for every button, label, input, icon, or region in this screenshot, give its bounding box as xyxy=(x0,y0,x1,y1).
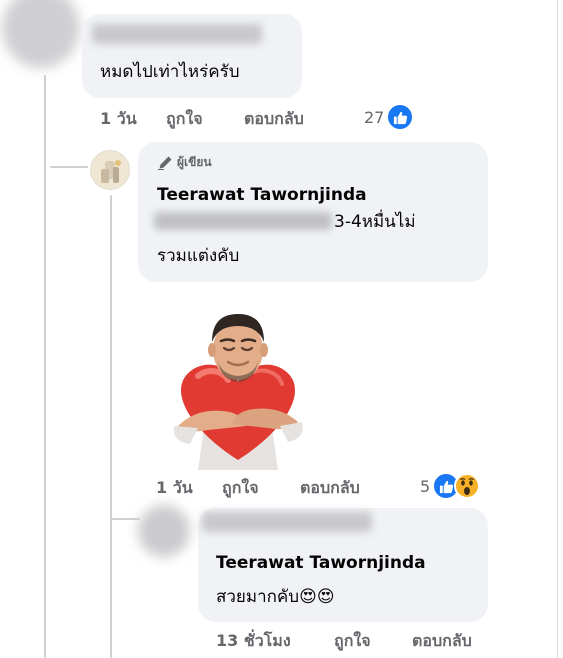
reply-text-line1: 3-4หมื่นไม่ xyxy=(334,212,416,232)
like-button[interactable]: ถูกใจ xyxy=(334,629,412,654)
sticker-actions: 1 วัน ถูกใจ ตอบกลับ xyxy=(156,476,360,501)
pen-icon xyxy=(158,156,172,170)
man-hugging-heart-sticker xyxy=(173,314,303,470)
reply-button[interactable]: ตอบกลับ xyxy=(300,476,360,501)
panel-border xyxy=(557,0,558,658)
like-button[interactable]: ถูกใจ xyxy=(222,476,300,501)
reaction-summary[interactable]: 27 xyxy=(364,103,415,131)
thread-connector-reply3-h xyxy=(110,518,140,520)
sticker-time[interactable]: 1 วัน xyxy=(156,476,214,501)
reaction-count: 5 xyxy=(420,476,431,496)
author-badge-label: ผู้เขียน xyxy=(177,155,212,169)
avatar[interactable] xyxy=(138,505,190,557)
thread-connector-reply1 xyxy=(44,120,88,168)
author-avatar-image xyxy=(91,151,129,189)
reaction-count: 27 xyxy=(364,107,385,127)
commenter-name-redacted[interactable] xyxy=(92,24,262,44)
thread-line-sub xyxy=(110,195,112,658)
like-button[interactable]: ถูกใจ xyxy=(166,107,244,132)
reply-time[interactable]: 13 ชั่วโมง xyxy=(216,629,326,654)
reply-actions: 13 ชั่วโมง ถูกใจ ตอบกลับ xyxy=(216,629,472,654)
heart-eyes-emoji: 😍😍 xyxy=(299,587,335,607)
redacted-text xyxy=(154,212,332,230)
like-icon xyxy=(386,103,415,131)
thread-connector-reply1-h xyxy=(50,166,88,168)
avatar[interactable] xyxy=(2,0,80,68)
author-avatar[interactable] xyxy=(90,150,130,190)
author-badge: ผู้เขียน xyxy=(157,153,212,172)
commenter-name[interactable]: Teerawat Tawornjinda xyxy=(216,553,426,573)
comment-time[interactable]: 1 วัน xyxy=(100,107,158,132)
comment-actions: 1 วัน ถูกใจ ตอบกลับ xyxy=(100,107,304,132)
reaction-summary[interactable]: 5 xyxy=(420,472,481,500)
thread-line-main xyxy=(44,75,46,658)
comment-text: หมดไปเท่าไหร่ครับ xyxy=(100,62,240,82)
reply-button[interactable]: ตอบกลับ xyxy=(412,629,472,654)
reply-text-line2: รวมแต่งคับ xyxy=(157,246,240,266)
reply-text-body: สวยมากคับ xyxy=(216,587,300,607)
wow-icon xyxy=(454,473,481,499)
commenter-name-redacted[interactable] xyxy=(202,512,372,532)
reply-button[interactable]: ตอบกลับ xyxy=(244,107,304,132)
sticker[interactable] xyxy=(168,310,308,470)
commenter-name[interactable]: Teerawat Tawornjinda xyxy=(157,185,367,205)
reply-text: สวยมากคับ😍😍 xyxy=(216,583,335,612)
